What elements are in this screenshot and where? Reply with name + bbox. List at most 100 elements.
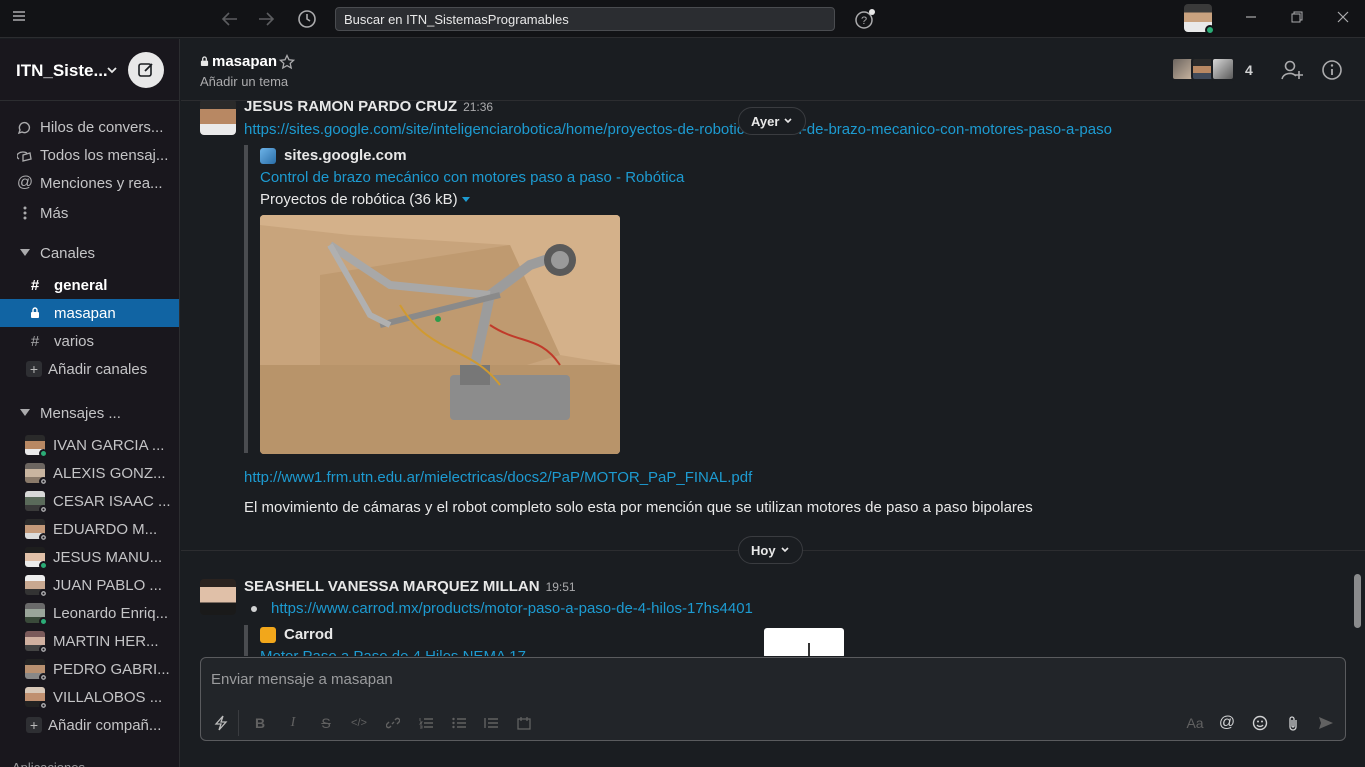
- code-block-icon[interactable]: [512, 713, 536, 733]
- sidebar-item-dm[interactable]: VILLALOBOS ...: [0, 683, 179, 711]
- section-label: Mensajes ...: [40, 404, 121, 422]
- sidebar-item-dm[interactable]: JUAN PABLO ...: [0, 571, 179, 599]
- dm-label: JESUS MANU...: [53, 548, 163, 566]
- sidebar-item-label: Menciones y rea...: [40, 174, 163, 192]
- sidebar-item-more[interactable]: Más: [0, 199, 179, 227]
- sidebar-item-all-dms[interactable]: Todos los mensaj...: [0, 141, 179, 169]
- robot-arm-image[interactable]: [260, 215, 620, 454]
- away-status-icon: [39, 673, 48, 682]
- hash-icon: #: [30, 276, 40, 294]
- message-input[interactable]: Enviar mensaje a masapan: [211, 671, 393, 688]
- message-author[interactable]: SEASHELL VANESSA MARQUEZ MILLAN 19:51: [244, 578, 576, 595]
- sidebar-item-dm[interactable]: ALEXIS GONZ...: [0, 459, 179, 487]
- user-avatar[interactable]: [1184, 4, 1215, 35]
- workspace-name[interactable]: ITN_Siste...: [16, 61, 108, 81]
- channel-title[interactable]: masapan: [200, 53, 277, 70]
- unfurl-file[interactable]: Proyectos de robótica (36 kB): [260, 191, 684, 208]
- mention-icon[interactable]: @: [1215, 713, 1239, 733]
- add-channels-button[interactable]: + Añadir canales: [0, 355, 179, 383]
- message-author[interactable]: JESUS RAMON PARDO CRUZ 21:36: [244, 101, 493, 115]
- sidebar-item-varios[interactable]: # varios: [0, 327, 179, 355]
- minimize-icon[interactable]: [1244, 10, 1258, 24]
- day-divider-today[interactable]: Hoy: [738, 536, 803, 564]
- workspace-header[interactable]: ITN_Siste...: [0, 39, 179, 101]
- sidebar-item-threads[interactable]: Hilos de convers...: [0, 113, 179, 141]
- ordered-list-icon[interactable]: [414, 713, 438, 733]
- star-icon[interactable]: [279, 54, 295, 70]
- sidebar-item-dm[interactable]: MARTIN HER...: [0, 627, 179, 655]
- unfurl-title[interactable]: Control de brazo mecánico con motores pa…: [260, 169, 684, 186]
- sidebar-item-dm[interactable]: EDUARDO M...: [0, 515, 179, 543]
- online-status-icon: [1205, 25, 1215, 35]
- caret-down-icon: [16, 249, 34, 257]
- author-name[interactable]: SEASHELL VANESSA MARQUEZ MILLAN: [244, 578, 540, 595]
- sidebar-item-dm[interactable]: CESAR ISAAC ...: [0, 487, 179, 515]
- text-format-button[interactable]: Aa: [1182, 713, 1208, 733]
- add-channels-label: Añadir canales: [48, 360, 148, 378]
- sidebar-item-dm[interactable]: JESUS MANU...: [0, 543, 179, 571]
- avatar[interactable]: [200, 101, 236, 135]
- avatar: [25, 603, 48, 626]
- add-teammates-label: Añadir compañ...: [48, 716, 162, 734]
- away-status-icon: [39, 701, 48, 710]
- author-name[interactable]: JESUS RAMON PARDO CRUZ: [244, 101, 457, 115]
- online-status-icon: [39, 449, 48, 458]
- strikethrough-icon[interactable]: S: [314, 713, 338, 733]
- message-time[interactable]: 21:36: [463, 101, 493, 114]
- away-status-icon: [39, 477, 48, 486]
- bold-icon[interactable]: B: [248, 713, 272, 733]
- dm-label: MARTIN HER...: [53, 632, 159, 650]
- add-teammates-button[interactable]: + Añadir compañ...: [0, 711, 179, 739]
- link-unfurl: Carrod Motor Paso a Paso de 4 Hilos NEMA…: [244, 625, 526, 656]
- compose-button[interactable]: [128, 52, 164, 88]
- message-composer[interactable]: Enviar mensaje a masapan B I S </> Aa @: [200, 657, 1346, 741]
- message-link[interactable]: http://www1.frm.utn.edu.ar/mielectricas/…: [244, 469, 752, 486]
- add-user-icon[interactable]: [1280, 59, 1304, 81]
- day-label: Hoy: [751, 542, 776, 558]
- member-count[interactable]: 4: [1245, 62, 1253, 78]
- member-avatars[interactable]: [1171, 57, 1235, 81]
- send-icon[interactable]: [1314, 713, 1338, 733]
- channel-topic[interactable]: Añadir un tema: [200, 74, 288, 89]
- italic-icon[interactable]: I: [281, 713, 305, 733]
- search-input[interactable]: Buscar en ITN_SistemasProgramables: [335, 7, 835, 31]
- bullet-list-icon[interactable]: [447, 713, 471, 733]
- day-divider-yesterday[interactable]: Ayer: [738, 107, 807, 135]
- unfurl-title[interactable]: Motor Paso a Paso de 4 Hilos NEMA 17: [260, 648, 526, 656]
- close-icon[interactable]: [1336, 10, 1350, 24]
- quote-icon[interactable]: [479, 713, 503, 733]
- attach-icon[interactable]: [1281, 713, 1305, 733]
- sidebar-item-masapan[interactable]: masapan: [0, 299, 179, 327]
- menu-icon[interactable]: [12, 10, 26, 22]
- channels-section-header[interactable]: Canales: [0, 239, 179, 267]
- sidebar-item-dm[interactable]: Leonardo Enriq...: [0, 599, 179, 627]
- restore-icon[interactable]: [1290, 10, 1304, 24]
- unfurl-source: Carrod: [260, 626, 526, 643]
- dms-section-header[interactable]: Mensajes ...: [0, 399, 179, 427]
- title-bar: Buscar en ITN_SistemasProgramables ?: [0, 0, 1365, 38]
- sidebar-item-mentions[interactable]: @ Menciones y rea...: [0, 169, 179, 197]
- chevron-down-icon[interactable]: [106, 64, 118, 76]
- image-preview[interactable]: [764, 628, 844, 656]
- emoji-icon[interactable]: [1248, 713, 1272, 733]
- link-icon[interactable]: [381, 713, 405, 733]
- avatar[interactable]: [200, 579, 236, 615]
- shortcuts-icon[interactable]: [209, 713, 233, 733]
- scrollbar[interactable]: [1354, 574, 1361, 628]
- info-icon[interactable]: [1321, 59, 1343, 81]
- sidebar-item-dm[interactable]: PEDRO GABRI...: [0, 655, 179, 683]
- history-icon[interactable]: [296, 8, 318, 30]
- back-arrow-icon[interactable]: [220, 9, 240, 29]
- apps-section-fragment[interactable]: Aplicaciones: [12, 758, 85, 767]
- caret-down-icon: [461, 196, 470, 202]
- sidebar-item-general[interactable]: # general: [0, 271, 179, 299]
- forward-arrow-icon[interactable]: [256, 9, 276, 29]
- message-list[interactable]: JESUS RAMON PARDO CRUZ 21:36 https://site…: [181, 101, 1365, 656]
- code-icon[interactable]: </>: [347, 713, 371, 733]
- away-status-icon: [39, 645, 48, 654]
- help-icon[interactable]: ?: [853, 8, 877, 30]
- message-link[interactable]: https://www.carrod.mx/products/motor-pas…: [271, 600, 753, 617]
- message-time[interactable]: 19:51: [546, 580, 576, 594]
- sidebar-item-dm[interactable]: IVAN GARCIA ...: [0, 431, 179, 459]
- avatar: [25, 659, 48, 682]
